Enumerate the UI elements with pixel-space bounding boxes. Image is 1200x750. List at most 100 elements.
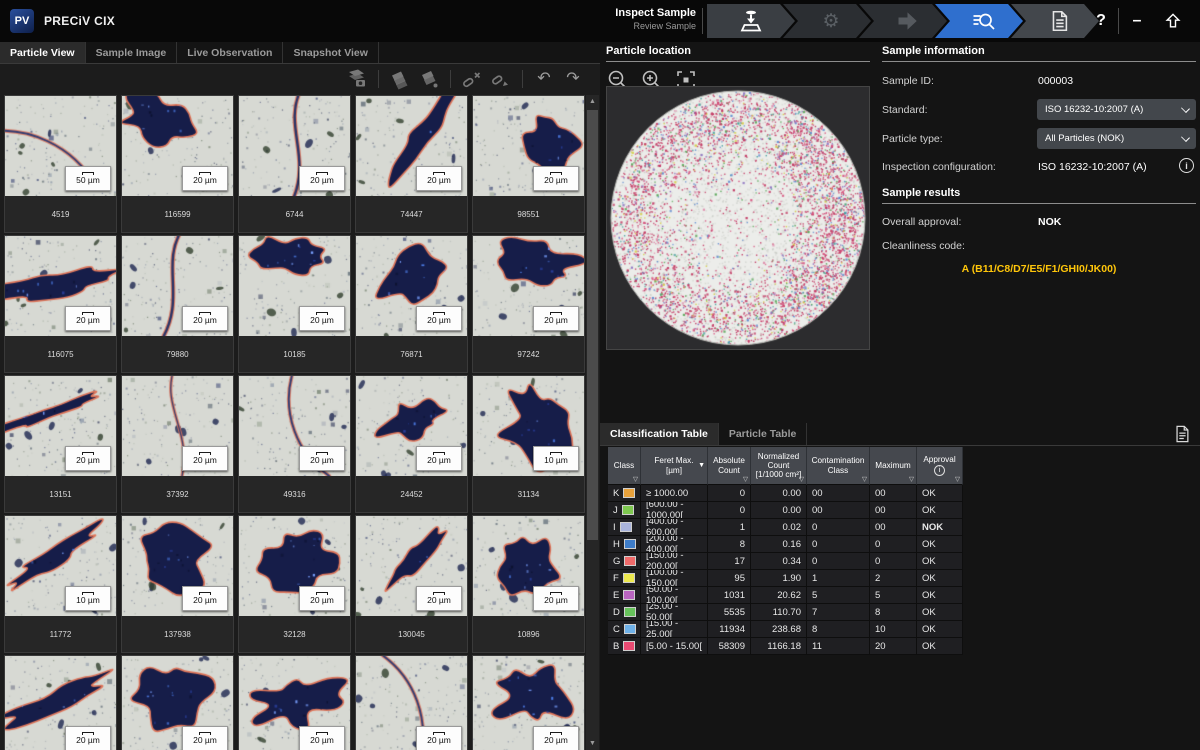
particle-thumbnail[interactable]: 20 µm [4, 655, 117, 750]
exit-icon[interactable] [1160, 8, 1186, 34]
tab-snapshot-view[interactable]: Snapshot View [283, 42, 379, 63]
maximum-cell: 5 [870, 587, 917, 604]
filter-icon[interactable]: ▽ [743, 476, 748, 483]
particle-id: 130045 [356, 616, 467, 652]
particle-location-section: Particle location [606, 45, 870, 92]
workflow-step-load-sample[interactable] [707, 4, 795, 38]
particle-thumbnail[interactable]: 20 µm [121, 655, 234, 750]
info-icon[interactable]: i [934, 465, 945, 476]
table-row[interactable]: C[15.00 - 25.00[11934238.68810OK [608, 621, 963, 638]
table-row[interactable]: D[25.00 - 50.00[5535110.7078OK [608, 604, 963, 621]
scroll-down-icon[interactable]: ▼ [586, 737, 599, 750]
filter-icon[interactable]: ▽ [633, 476, 638, 483]
draw-connection-icon[interactable] [490, 68, 512, 90]
particle-thumbnail[interactable]: 20 µm37392 [121, 375, 234, 513]
particle-type-dropdown[interactable]: All Particles (NOK) [1037, 128, 1196, 149]
filter-icon[interactable]: ▽ [799, 476, 804, 483]
merge-particles-icon[interactable] [389, 68, 411, 90]
particle-id: 74447 [356, 196, 467, 232]
workflow-step-review[interactable] [935, 4, 1023, 38]
particle-thumbnail[interactable]: 20 µm97242 [472, 235, 585, 373]
scroll-up-icon[interactable]: ▲ [586, 95, 599, 108]
approval-cell: OK [917, 638, 963, 655]
particle-thumbnail[interactable]: 20 µm [472, 655, 585, 750]
column-header-class[interactable]: Class▽ [608, 447, 641, 485]
split-particle-icon[interactable] [418, 68, 440, 90]
column-header-approval[interactable]: Approvali▽ [917, 447, 963, 485]
table-row[interactable]: E[50.00 - 100.00[103120.6255OK [608, 587, 963, 604]
help-button[interactable]: ? [1088, 8, 1114, 34]
particle-thumbnail[interactable]: 20 µm76871 [355, 235, 468, 373]
particle-thumbnail[interactable]: 20 µm 74447 [355, 95, 468, 233]
particle-thumbnail[interactable]: 20 µm32128 [238, 515, 351, 653]
table-row[interactable]: K≥ 1000.0000.000000OK [608, 485, 963, 502]
table-row[interactable]: H[200.00 - 400.00[80.1600OK [608, 536, 963, 553]
particle-thumbnail[interactable]: 50 µm4519 [4, 95, 117, 233]
capture-particle-image-icon[interactable] [346, 68, 368, 90]
remove-connection-icon[interactable] [461, 68, 483, 90]
particle-thumbnail[interactable]: 10 µm31134 [472, 375, 585, 513]
undo-icon[interactable]: ↶ [533, 68, 555, 90]
class-color-swatch [623, 641, 635, 651]
workflow-step-report[interactable] [1011, 4, 1099, 38]
redo-icon[interactable]: ↷ [562, 68, 584, 90]
table-row[interactable]: I[400.00 - 600.00[10.02000NOK [608, 519, 963, 536]
column-header-contamination-class[interactable]: Contamination Class▽ [807, 447, 870, 485]
particle-thumbnail[interactable]: 20 µm98551 [472, 95, 585, 233]
particle-thumbnail[interactable]: 20 µm79880 [121, 235, 234, 373]
contamination-class-cell: 0 [807, 519, 870, 536]
scale-label: 20 µm [310, 596, 334, 605]
column-header-absolute-count[interactable]: Absolute Count▽ [708, 447, 751, 485]
standard-dropdown[interactable]: ISO 16232-10:2007 (A) [1037, 99, 1196, 120]
scrollbar-thumb[interactable] [587, 110, 598, 540]
scale-bar: 20 µm [416, 166, 462, 191]
tab-particle-table[interactable]: Particle Table [719, 423, 808, 445]
particle-thumbnail[interactable]: 20 µm24452 [355, 375, 468, 513]
scale-label: 20 µm [193, 596, 217, 605]
particle-thumbnail[interactable]: 20 µm116075 [4, 235, 117, 373]
particle-id: 116075 [5, 336, 116, 372]
particle-thumbnail[interactable]: 20 µm130045 [355, 515, 468, 653]
particle-thumbnail[interactable]: 20 µm137938 [121, 515, 234, 653]
filter-icon[interactable]: ▽ [955, 476, 960, 483]
table-row[interactable]: G[150.00 - 200.00[170.3400OK [608, 553, 963, 570]
table-row[interactable]: F[100.00 - 150.00[951.9012OK [608, 570, 963, 587]
column-header-feret-max[interactable]: Feret Max. [µm]▼ [641, 447, 708, 485]
class-cell: I [608, 519, 641, 536]
particle-thumbnail[interactable]: 20 µm6744 [238, 95, 351, 233]
workflow-step-transfer[interactable] [859, 4, 947, 38]
sample-map[interactable] [607, 87, 869, 349]
absolute-count-cell: 5535 [708, 604, 751, 621]
particle-image: 20 µm [473, 96, 584, 196]
workflow-label: Inspect Sample Review Sample [596, 7, 696, 32]
particle-thumbnail[interactable]: 20 µm49316 [238, 375, 351, 513]
scale-label: 20 µm [76, 456, 100, 465]
scale-label: 20 µm [310, 456, 334, 465]
particle-thumbnail[interactable]: 20 µm [238, 655, 351, 750]
particle-thumbnail[interactable]: 20 µm116599 [121, 95, 234, 233]
thumbnail-scrollbar[interactable]: ▲ ▼ [586, 95, 599, 750]
particle-thumbnail[interactable]: 20 µm10185 [238, 235, 351, 373]
table-row[interactable]: J[600.00 - 1000.00[00.000000OK [608, 502, 963, 519]
particle-thumbnail[interactable]: 10 µm11772 [4, 515, 117, 653]
filter-icon[interactable]: ▽ [862, 476, 867, 483]
particle-thumbnail[interactable]: 20 µm [355, 655, 468, 750]
workflow-step-settings[interactable]: ⚙ [783, 4, 871, 38]
table-row[interactable]: B[5.00 - 15.00[583091166.181120OK [608, 638, 963, 655]
tab-classification-table[interactable]: Classification Table [600, 423, 719, 445]
tab-sample-image[interactable]: Sample Image [86, 42, 178, 63]
app-title: PRECiV CIX [44, 14, 115, 28]
particle-image: 50 µm [5, 96, 116, 196]
divider [522, 70, 523, 88]
minimize-button[interactable]: – [1124, 8, 1150, 34]
export-report-icon[interactable] [1173, 425, 1192, 444]
tab-live-observation[interactable]: Live Observation [177, 42, 283, 63]
particle-thumbnail[interactable]: 20 µm13151 [4, 375, 117, 513]
particle-thumbnail[interactable]: 20 µm10896 [472, 515, 585, 653]
filter-icon[interactable]: ▽ [909, 476, 914, 483]
tab-particle-view[interactable]: Particle View [0, 42, 86, 63]
column-header-maximum[interactable]: Maximum▽ [870, 447, 917, 485]
info-icon[interactable]: i [1179, 158, 1194, 173]
column-header-normalized-count[interactable]: Normalized Count [1/1000 cm²]▽ [751, 447, 807, 485]
contamination-class-cell: 1 [807, 570, 870, 587]
